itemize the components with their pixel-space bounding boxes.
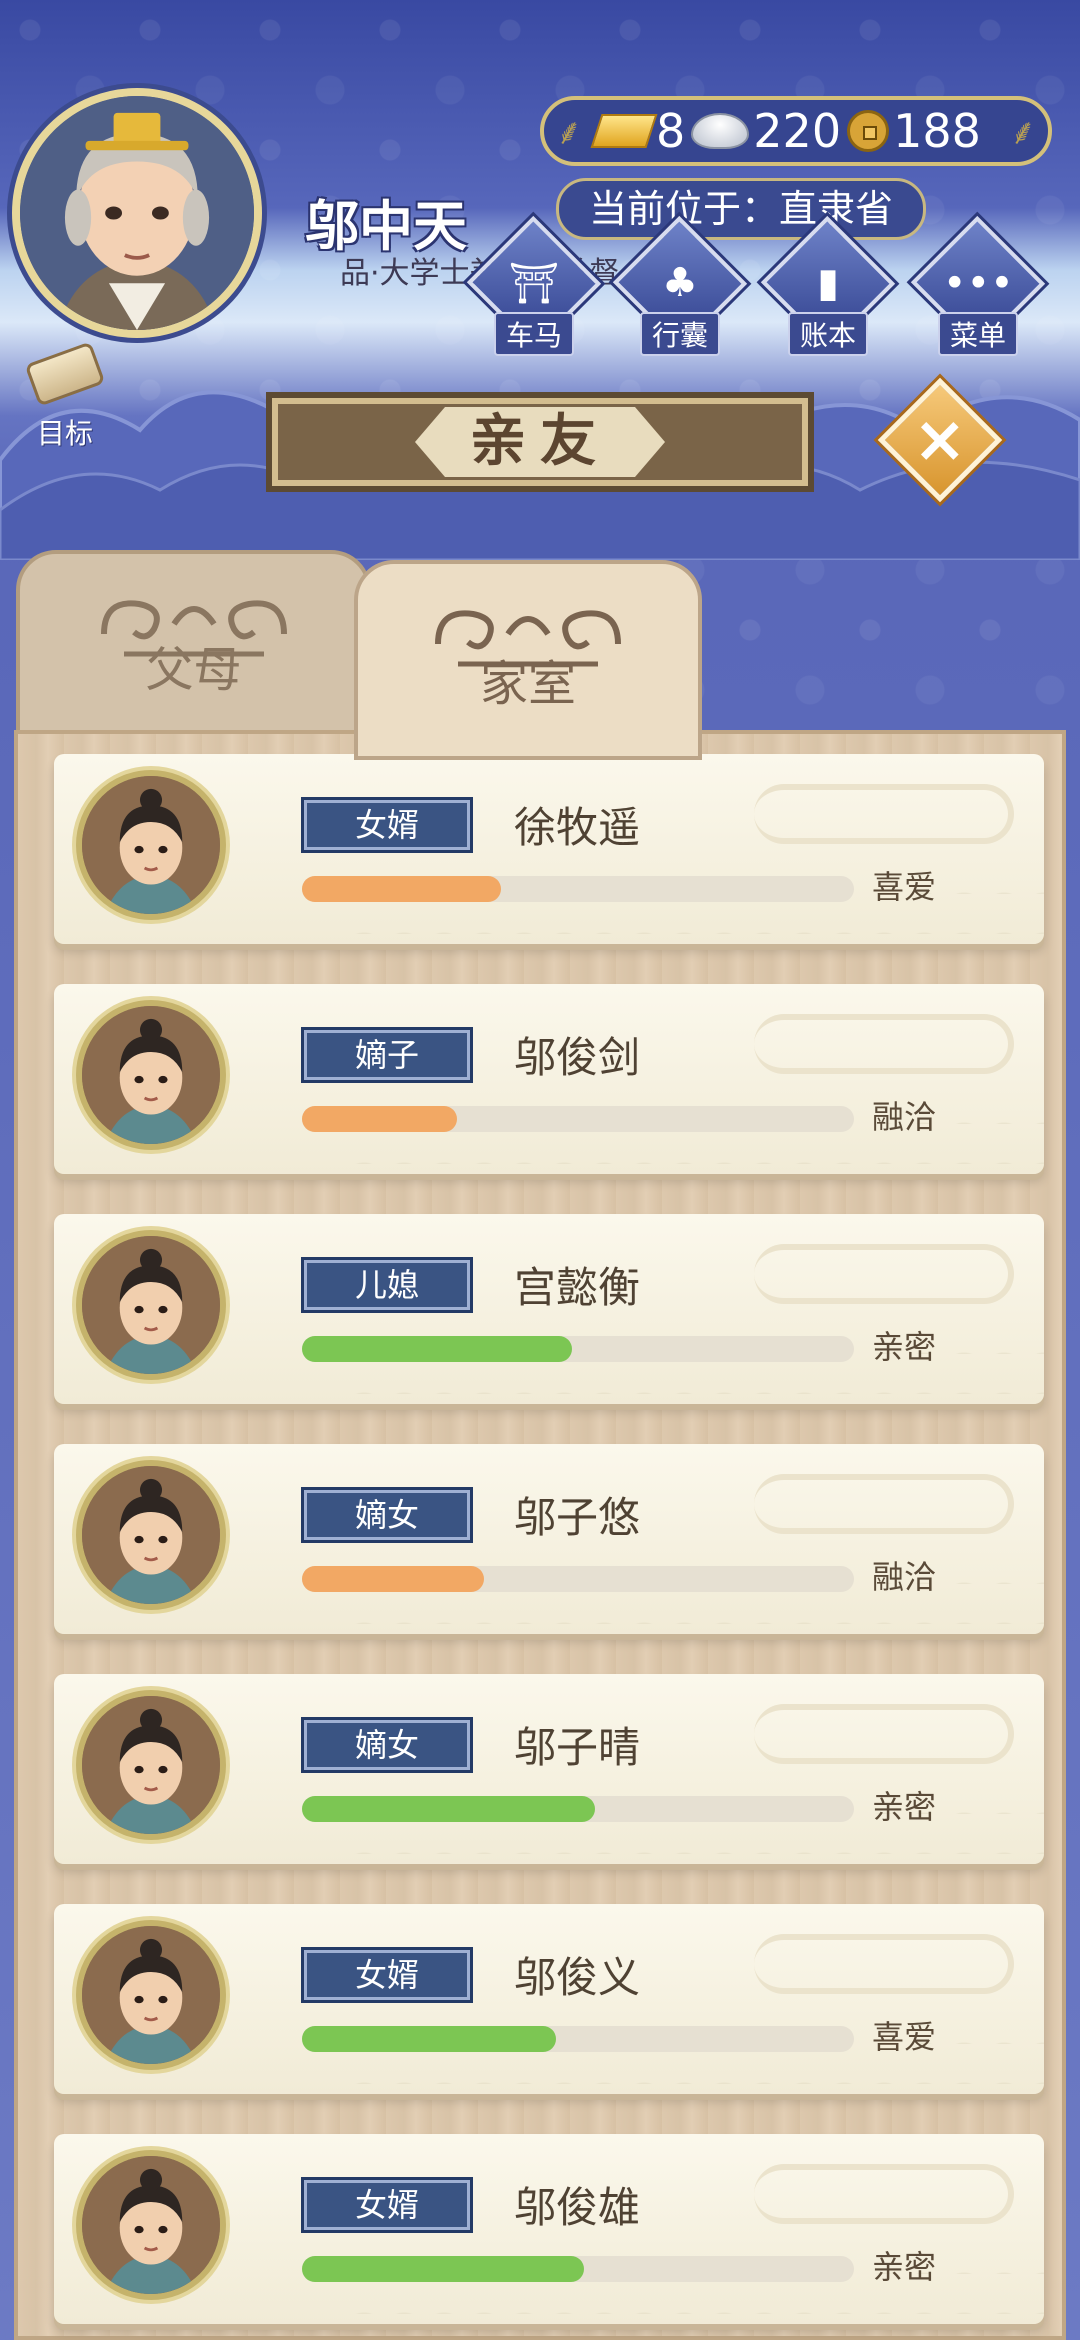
- relative-portrait: [76, 1460, 226, 1610]
- relative-portrait: [76, 1920, 226, 2070]
- affinity-bar: [302, 876, 854, 902]
- relationship-status: 融洽: [872, 1558, 937, 1596]
- relative-role-tag: 嫡女: [301, 1717, 473, 1773]
- swirl-ornament-icon: [100, 600, 287, 657]
- relative-portrait: [76, 1690, 226, 1840]
- affinity-bar-fill: [302, 2026, 556, 2052]
- affinity-bar: [302, 1796, 854, 1822]
- relative-portrait: [76, 1000, 226, 1150]
- ledger-button[interactable]: ▮ 账本: [760, 215, 896, 356]
- relationship-status: 融洽: [872, 1098, 937, 1136]
- relative-role-tag: 儿媳: [301, 1257, 473, 1313]
- more-menu-button[interactable]: ••• 菜单: [910, 215, 1046, 356]
- cloud-decoration: [754, 1474, 1014, 1534]
- relationship-status: 亲密: [872, 1328, 937, 1366]
- relative-name: 宫懿衡: [514, 1263, 641, 1312]
- copper-coin-icon: [847, 110, 890, 152]
- relative-card[interactable]: 嫡女 邬子悠 融洽: [54, 1444, 1044, 1634]
- cloud-decoration: [754, 1014, 1014, 1074]
- relative-card[interactable]: 女婿 邬俊雄 亲密: [54, 2134, 1044, 2324]
- relative-name: 邬俊义: [514, 1953, 641, 2002]
- player-avatar[interactable]: [12, 88, 262, 338]
- gold-counter: 8: [590, 104, 686, 158]
- panel-title-banner: 亲友: [266, 392, 814, 492]
- affinity-bar: [302, 1106, 854, 1132]
- bundle-button[interactable]: ♣ 行囊: [612, 215, 748, 356]
- affinity-bar-fill: [302, 1336, 573, 1362]
- bamboo-right-icon: ⸙: [1009, 112, 1037, 153]
- relative-name: 邬俊雄: [514, 2183, 641, 2232]
- relative-card[interactable]: 嫡子 邬俊剑 融洽: [54, 984, 1044, 1174]
- target-label: 目标: [36, 417, 93, 450]
- relative-name: 邬子悠: [514, 1493, 641, 1542]
- close-icon: ×: [913, 403, 967, 477]
- location-label: 当前位于：直隶省: [556, 178, 927, 240]
- gold-value: 8: [656, 104, 686, 158]
- relative-portrait: [76, 770, 226, 920]
- currency-bar: ⸙ 8 220 188 ⸙: [540, 96, 1052, 166]
- relative-role-tag: 嫡女: [301, 1487, 473, 1543]
- relationship-status: 亲密: [872, 2248, 937, 2286]
- more-menu-label: 菜单: [937, 312, 1018, 356]
- tab-family[interactable]: 家室: [354, 560, 702, 760]
- relative-portrait: [76, 2150, 226, 2300]
- relative-role-tag: 女婿: [301, 1947, 473, 2003]
- silver-value: 220: [753, 104, 842, 158]
- relationship-status: 喜爱: [872, 2018, 937, 2056]
- relationship-status: 喜爱: [872, 868, 937, 906]
- elder-official-portrait: [20, 96, 254, 330]
- affinity-bar-fill: [302, 1106, 457, 1132]
- relative-role-tag: 女婿: [301, 2177, 473, 2233]
- target-button[interactable]: 目标: [20, 341, 110, 452]
- cloud-decoration: [754, 784, 1014, 844]
- silver-ingot-icon: [691, 113, 750, 149]
- gold-bar-icon: [590, 114, 658, 148]
- relative-card[interactable]: 儿媳 宫懿衡 亲密: [54, 1214, 1044, 1404]
- relative-card[interactable]: 嫡女 邬子晴 亲密: [54, 1674, 1044, 1864]
- swirl-ornament-icon: [435, 610, 621, 667]
- affinity-bar: [302, 1336, 854, 1362]
- cloud-decoration: [754, 2164, 1014, 2224]
- relatives-list[interactable]: 女婿 徐牧遥 喜爱 嫡子 邬俊剑 融洽 儿媳 宫懿衡 亲密 嫡女 邬子悠 融洽 …: [14, 730, 1066, 2340]
- coin-value: 188: [893, 104, 981, 158]
- cloud-decoration: [754, 1704, 1014, 1764]
- affinity-bar-fill: [302, 1796, 595, 1822]
- carriage-label: 车马: [493, 312, 574, 356]
- coin-counter: 188: [847, 104, 981, 158]
- ledger-label: 账本: [787, 312, 868, 356]
- affinity-bar-fill: [302, 876, 501, 902]
- silver-counter: 220: [691, 104, 841, 158]
- relative-name: 邬子晴: [514, 1723, 641, 1772]
- relationship-status: 亲密: [872, 1788, 937, 1826]
- affinity-bar: [302, 1566, 854, 1592]
- bamboo-left-icon: ⸙: [555, 112, 583, 153]
- relative-portrait: [76, 1230, 226, 1380]
- relative-role-tag: 嫡子: [301, 1027, 473, 1083]
- cloud-decoration: [754, 1934, 1014, 1994]
- affinity-bar-fill: [302, 2256, 584, 2282]
- affinity-bar: [302, 2026, 854, 2052]
- affinity-bar-fill: [302, 1566, 485, 1592]
- relative-card[interactable]: 女婿 徐牧遥 喜爱: [54, 754, 1044, 944]
- cloud-decoration: [754, 1244, 1014, 1304]
- bundle-label: 行囊: [639, 312, 720, 356]
- panel-title: 亲友: [415, 407, 665, 477]
- carriage-button[interactable]: ⛩ 车马: [466, 215, 602, 356]
- relative-role-tag: 女婿: [301, 797, 473, 853]
- scroll-icon: [24, 341, 106, 407]
- relative-name: 徐牧遥: [514, 803, 641, 852]
- tab-parents[interactable]: 父母: [16, 550, 371, 740]
- relative-name: 邬俊剑: [514, 1033, 641, 1082]
- affinity-bar: [302, 2256, 854, 2282]
- relative-card[interactable]: 女婿 邬俊义 喜爱: [54, 1904, 1044, 2094]
